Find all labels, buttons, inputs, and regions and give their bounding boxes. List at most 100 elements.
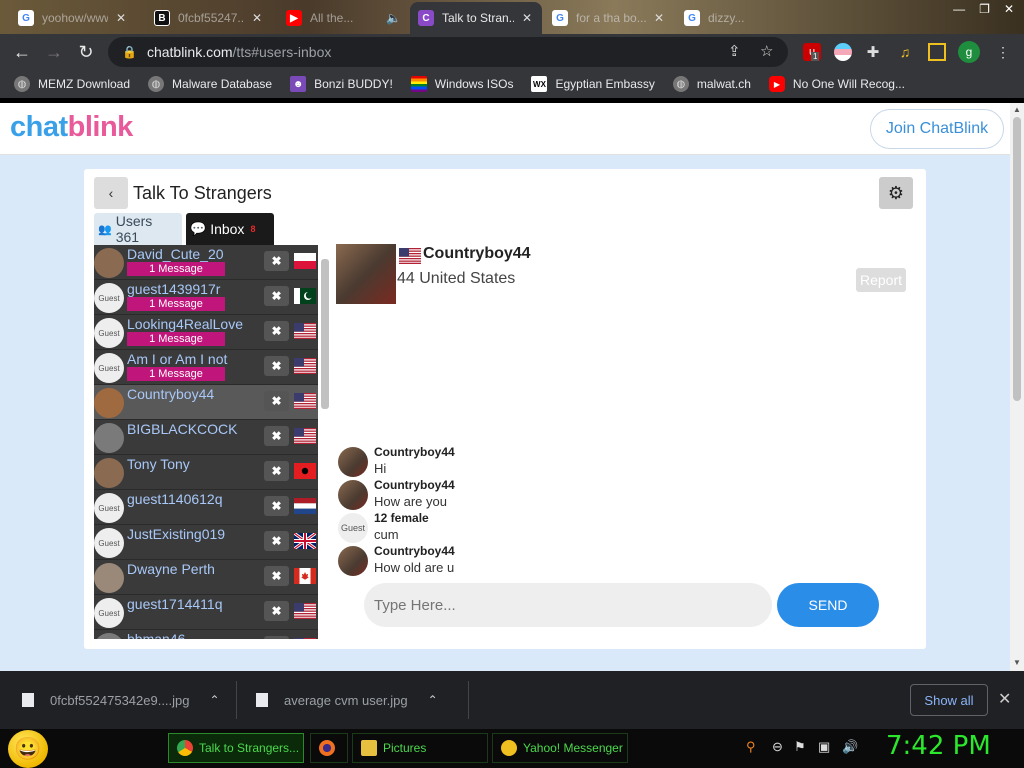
lock-icon[interactable]: 🔒 [122, 45, 137, 59]
user-name[interactable]: BIGBLACKCOCK [127, 421, 237, 437]
taskbar-clock[interactable]: 7:42 PM [886, 731, 991, 761]
show-all-button[interactable]: Show all [910, 684, 988, 716]
browser-tab[interactable]: B 0fcbf55247... ✕ [146, 2, 272, 34]
message-input[interactable] [364, 583, 772, 627]
message-avatar[interactable] [338, 546, 368, 576]
remove-conversation-icon[interactable]: ✖ [264, 321, 289, 341]
kebab-menu-icon[interactable]: ⋮ [994, 43, 1012, 61]
user-list-item[interactable]: Guest Am I or Am I not 1 Message ✖ [94, 350, 318, 385]
tab-users[interactable]: 👥 Users 361 [94, 213, 182, 245]
star-icon[interactable]: ☆ [760, 42, 773, 60]
forward-arrow-icon[interactable]: → [38, 36, 70, 68]
volume-icon[interactable]: 🔊 [842, 739, 858, 755]
message-avatar[interactable] [338, 447, 368, 477]
mute-icon[interactable]: 🔈 [386, 11, 401, 25]
address-bar[interactable]: 🔒 chatblink.com/tts#users-inbox ⇪ ☆ [108, 37, 788, 67]
user-avatar[interactable]: Guest [94, 528, 124, 558]
taskbar-item[interactable]: Pictures [352, 733, 488, 763]
reload-icon[interactable]: ↻ [70, 36, 102, 68]
user-avatar[interactable] [94, 388, 124, 418]
share-icon[interactable]: ⇪ [728, 42, 741, 60]
user-list-item[interactable]: Guest Looking4RealLove 1 Message ✖ [94, 315, 318, 350]
bookmark-item[interactable]: Windows ISOs [410, 76, 513, 92]
back-button[interactable]: ‹ [94, 177, 128, 209]
puzzle-icon[interactable]: ✚ [864, 43, 882, 61]
scrollbar-thumb[interactable] [321, 259, 329, 409]
user-name[interactable]: Countryboy44 [127, 386, 214, 402]
remove-conversation-icon[interactable]: ✖ [264, 531, 289, 551]
user-name[interactable]: Tony Tony [127, 456, 190, 472]
chatblink-logo[interactable]: chatblink [10, 111, 133, 144]
media-icon[interactable]: ♫ [896, 43, 914, 61]
user-list-item[interactable]: Guest guest1714411q ✖ [94, 595, 318, 630]
scroll-down-icon[interactable]: ▼ [1013, 658, 1021, 667]
browser-tab[interactable]: G yoohow/www... ✕ [10, 2, 136, 34]
user-list-item[interactable]: Countryboy44 ✖ [94, 385, 318, 420]
flag-icon[interactable]: ⚑ [794, 739, 806, 755]
profile-avatar[interactable]: g [958, 41, 980, 63]
start-button[interactable]: 😀 [8, 730, 48, 768]
taskbar-item[interactable] [310, 733, 348, 763]
browser-tab-active[interactable]: C Talk to Stran... ✕ [410, 2, 542, 34]
minimize-icon[interactable]: — [953, 2, 965, 18]
user-name[interactable]: JustExisting019 [127, 526, 225, 542]
user-avatar[interactable]: Guest [94, 598, 124, 628]
user-avatar[interactable]: Guest [94, 318, 124, 348]
user-list-item[interactable]: Guest guest1439917r 1 Message ✖ [94, 280, 318, 315]
bookmark-item[interactable]: ☻ Bonzi BUDDY! [290, 76, 393, 92]
user-list-item[interactable]: bbman46 ✖ [94, 630, 318, 639]
close-icon[interactable]: ✕ [250, 11, 264, 25]
user-name[interactable]: Looking4RealLove [127, 316, 243, 332]
remove-conversation-icon[interactable]: ✖ [264, 391, 289, 411]
tab-inbox[interactable]: 💬 Inbox 8 [186, 213, 274, 245]
user-list-item[interactable]: David_Cute_20 1 Message ✖ [94, 245, 318, 280]
back-arrow-icon[interactable]: ← [6, 36, 38, 68]
user-list-item[interactable]: Guest guest1140612q ✖ [94, 490, 318, 525]
download-item[interactable]: 0fcbf552475342e9....jpg ⌃ [22, 671, 220, 729]
page-scrollbar[interactable]: ▲ ▼ [1010, 103, 1024, 671]
restore-icon[interactable]: ❐ [979, 2, 990, 18]
user-avatar[interactable]: Guest [94, 283, 124, 313]
remove-conversation-icon[interactable]: ✖ [264, 601, 289, 621]
remove-conversation-icon[interactable]: ✖ [264, 286, 289, 306]
ublock-icon[interactable]: u1 [803, 43, 821, 61]
user-name[interactable]: Dwayne Perth [127, 561, 215, 577]
user-list-item[interactable]: Guest JustExisting019 ✖ [94, 525, 318, 560]
message-avatar[interactable] [338, 480, 368, 510]
gear-icon[interactable]: ⚙ [879, 177, 913, 209]
peer-avatar[interactable] [336, 244, 396, 304]
join-chatblink-button[interactable]: Join ChatBlink [870, 109, 1004, 149]
remove-conversation-icon[interactable]: ✖ [264, 566, 289, 586]
bookmark-item[interactable]: ◍ Malware Database [148, 76, 272, 92]
browser-tab[interactable]: G dizzy... [676, 2, 806, 34]
user-name[interactable]: Am I or Am I not [127, 351, 227, 367]
close-icon[interactable]: ✕ [652, 11, 666, 25]
taskbar-item[interactable]: Yahoo! Messenger [492, 733, 628, 763]
close-icon[interactable]: ✕ [114, 11, 128, 25]
remove-conversation-icon[interactable]: ✖ [264, 251, 289, 271]
user-list-scrollbar[interactable] [318, 245, 332, 639]
remove-conversation-icon[interactable]: ✖ [264, 461, 289, 481]
download-item[interactable]: average cvm user.jpg ⌃ [256, 671, 438, 729]
remove-conversation-icon[interactable]: ✖ [264, 426, 289, 446]
browser-tab[interactable]: ▶ All the... 🔈 [278, 2, 408, 34]
close-icon[interactable]: ✕ [998, 689, 1011, 709]
chevron-up-icon[interactable]: ⌃ [210, 693, 220, 707]
user-list-item[interactable]: Dwayne Perth ✖ [94, 560, 318, 595]
message-avatar[interactable]: Guest [338, 513, 368, 543]
remove-conversation-icon[interactable]: ✖ [264, 496, 289, 516]
trans-flag-extension-icon[interactable] [834, 43, 852, 61]
remove-conversation-icon[interactable]: ✖ [264, 356, 289, 376]
user-avatar[interactable] [94, 248, 124, 278]
user-avatar[interactable]: Guest [94, 493, 124, 523]
close-icon[interactable]: ✕ [520, 11, 534, 25]
bookmark-item[interactable]: WX Egyptian Embassy [531, 76, 655, 92]
user-name[interactable]: guest1439917r [127, 281, 220, 297]
user-avatar[interactable] [94, 423, 124, 453]
bookmark-item[interactable]: ◍ malwat.ch [672, 76, 751, 92]
browser-tab[interactable]: G for a tha bo... ✕ [544, 2, 674, 34]
user-avatar[interactable] [94, 633, 124, 639]
bookmark-item[interactable]: ▶ No One Will Recog... [768, 76, 905, 92]
remove-conversation-icon[interactable]: ✖ [264, 636, 289, 639]
bookmark-item[interactable]: ◍ MEMZ Download [14, 76, 130, 92]
